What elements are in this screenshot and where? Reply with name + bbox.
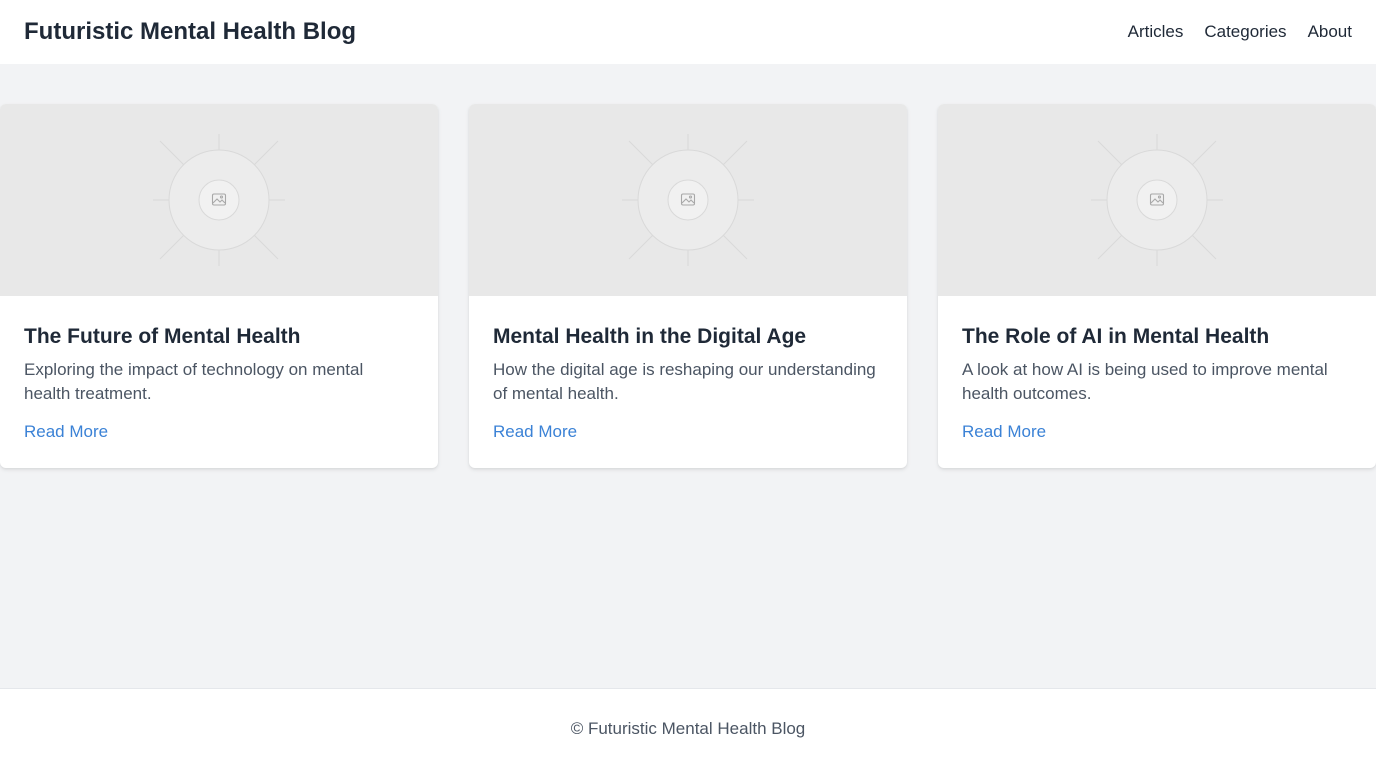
article-description: How the digital age is reshaping our und… xyxy=(493,360,876,403)
site-footer: © Futuristic Mental Health Blog xyxy=(0,688,1376,768)
main-nav: Articles Categories About xyxy=(1128,22,1352,42)
article-card: The Future of Mental Health Exploring th… xyxy=(0,104,438,468)
nav-item-about[interactable]: About xyxy=(1308,22,1352,42)
image-placeholder-icon xyxy=(622,134,754,266)
article-card: The Role of AI in Mental Health A look a… xyxy=(938,104,1376,468)
article-title: The Role of AI in Mental Health xyxy=(962,325,1270,348)
site-header: Futuristic Mental Health Blog Articles C… xyxy=(0,0,1376,64)
article-description: Exploring the impact of technology on me… xyxy=(24,360,364,403)
nav-item-articles[interactable]: Articles xyxy=(1128,22,1184,42)
article-title: The Future of Mental Health xyxy=(24,325,301,348)
article-image-placeholder xyxy=(938,104,1376,296)
article-title: Mental Health in the Digital Age xyxy=(493,325,807,348)
article-description: A look at how AI is being used to improv… xyxy=(962,360,1328,403)
article-card: Mental Health in the Digital Age How the… xyxy=(469,104,907,468)
read-more-link[interactable]: Read More xyxy=(24,422,108,442)
nav-item-categories[interactable]: Categories xyxy=(1204,22,1286,42)
image-placeholder-icon xyxy=(153,134,285,266)
image-placeholder-icon xyxy=(1091,134,1223,266)
article-image-placeholder xyxy=(469,104,907,296)
footer-copyright: © Futuristic Mental Health Blog xyxy=(570,718,806,738)
article-image-placeholder xyxy=(0,104,438,296)
read-more-link[interactable]: Read More xyxy=(493,422,577,442)
site-title[interactable]: Futuristic Mental Health Blog xyxy=(24,18,356,46)
read-more-link[interactable]: Read More xyxy=(962,422,1046,442)
article-grid: The Future of Mental Health Exploring th… xyxy=(0,104,1376,468)
